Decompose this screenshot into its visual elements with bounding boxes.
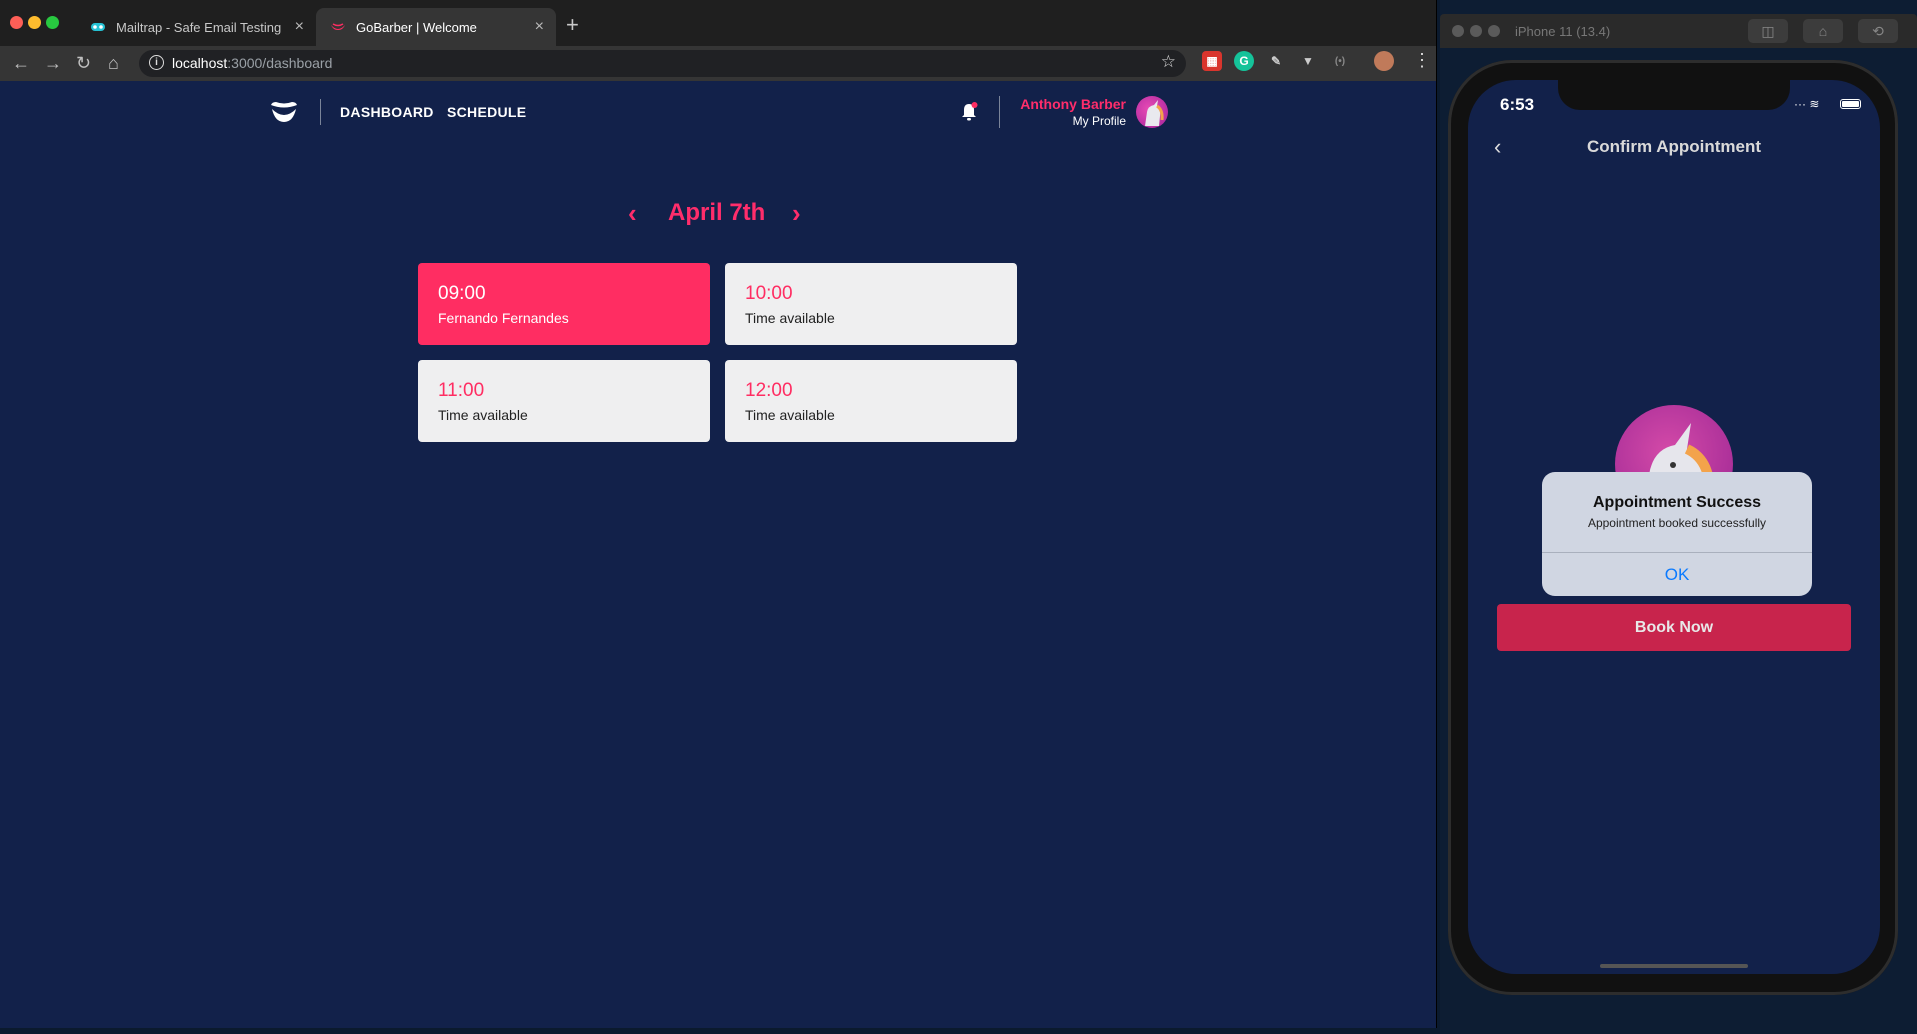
- screen-title: Confirm Appointment: [1586, 137, 1762, 156]
- tab-title: Mailtrap - Safe Email Testing: [116, 19, 282, 35]
- address-bar[interactable]: i localhost:3000/dashboard ☆: [139, 50, 1186, 77]
- next-day-chevron-icon[interactable]: ›: [792, 198, 801, 229]
- slot-time: 11:00: [438, 380, 485, 401]
- slot-status: Time available: [745, 407, 835, 423]
- vue-devtools-icon[interactable]: ▼: [1298, 51, 1318, 71]
- wifi-icon: ··· ︎≋: [1794, 97, 1820, 111]
- tab-title: GoBarber | Welcome: [356, 19, 477, 35]
- back-arrow-icon[interactable]: ←: [12, 53, 30, 73]
- home-icon[interactable]: ⌂: [108, 53, 119, 73]
- home-indicator[interactable]: [1600, 964, 1748, 968]
- simulator-zoom-button[interactable]: [1488, 25, 1500, 37]
- new-tab-button[interactable]: +: [566, 12, 579, 38]
- slot-status: Time available: [745, 310, 835, 326]
- simulator-close-button[interactable]: [1452, 25, 1464, 37]
- notification-bell-icon[interactable]: [960, 102, 978, 122]
- pen-extension-icon[interactable]: ✎: [1266, 51, 1286, 71]
- info-icon[interactable]: i: [149, 55, 164, 70]
- time-slot[interactable]: 11:00 Time available: [418, 360, 710, 442]
- minimize-window-button[interactable]: [28, 16, 41, 29]
- profile-divider: [999, 96, 1000, 128]
- gobarber-logo-icon[interactable]: [268, 98, 300, 126]
- extension-red-icon[interactable]: ▦: [1202, 51, 1222, 71]
- battery-icon: [1840, 99, 1861, 109]
- browser-window: Mailtrap - Safe Email Testing × GoBarber…: [0, 0, 1437, 1028]
- simulator-device-label: iPhone 11 (13.4): [1515, 24, 1611, 39]
- avatar[interactable]: [1136, 96, 1168, 128]
- nav-divider: [320, 99, 321, 125]
- my-profile-link[interactable]: My Profile: [1073, 114, 1126, 128]
- slot-time: 09:00: [438, 283, 486, 304]
- nav-dashboard-link[interactable]: DASHBOARD: [340, 104, 434, 120]
- time-slot[interactable]: 12:00 Time available: [725, 360, 1017, 442]
- close-window-button[interactable]: [10, 16, 23, 29]
- date-title: April 7th: [668, 199, 766, 226]
- slot-time: 12:00: [745, 380, 793, 401]
- status-bar-time: 6:53: [1500, 95, 1535, 114]
- tab-bar: Mailtrap - Safe Email Testing × GoBarber…: [0, 0, 1436, 46]
- screenshot-icon[interactable]: ◫: [1748, 19, 1788, 43]
- url-text: localhost:3000/dashboard: [172, 55, 333, 71]
- book-now-button[interactable]: Book Now: [1497, 604, 1851, 651]
- browser-menu-icon[interactable]: ⋮: [1413, 50, 1431, 71]
- profile-name: Anthony Barber: [1020, 96, 1126, 112]
- simulator-minimize-button[interactable]: [1470, 25, 1482, 37]
- alert-ok-button[interactable]: OK: [1542, 553, 1812, 596]
- mailtrap-favicon-icon: [90, 19, 106, 35]
- slot-status: Time available: [438, 407, 528, 423]
- previous-day-chevron-icon[interactable]: ‹: [628, 198, 637, 229]
- tab-mailtrap[interactable]: Mailtrap - Safe Email Testing ×: [76, 8, 316, 46]
- bookmark-star-icon[interactable]: ☆: [1161, 52, 1176, 72]
- slot-time: 10:00: [745, 283, 793, 304]
- home-button-icon[interactable]: ⌂: [1803, 19, 1843, 43]
- simulator-titlebar: [1440, 14, 1917, 48]
- alert-title: Appointment Success: [1592, 494, 1762, 511]
- close-tab-icon[interactable]: ×: [535, 18, 544, 36]
- user-avatar-icon[interactable]: [1374, 51, 1394, 71]
- close-tab-icon[interactable]: ×: [295, 18, 304, 36]
- forward-arrow-icon[interactable]: →: [44, 53, 62, 73]
- slot-client: Fernando Fernandes: [438, 310, 569, 326]
- gobarber-favicon-icon: [330, 19, 346, 35]
- tab-gobarber[interactable]: GoBarber | Welcome ×: [316, 8, 556, 46]
- time-slot[interactable]: 10:00 Time available: [725, 263, 1017, 345]
- extension-gray-icon[interactable]: (•): [1330, 51, 1350, 71]
- alert-message: Appointment booked successfully: [1587, 516, 1767, 530]
- reload-icon[interactable]: ↻: [76, 53, 91, 73]
- nav-schedule-link[interactable]: SCHEDULE: [447, 104, 526, 120]
- time-slot-booked[interactable]: 09:00 Fernando Fernandes: [418, 263, 710, 345]
- phone-notch: [1558, 80, 1790, 110]
- grammarly-extension-icon[interactable]: G: [1234, 51, 1254, 71]
- maximize-window-button[interactable]: [46, 16, 59, 29]
- rotate-icon[interactable]: ⟲: [1858, 19, 1898, 43]
- alert-dialog: Appointment Success Appointment booked s…: [1542, 472, 1812, 596]
